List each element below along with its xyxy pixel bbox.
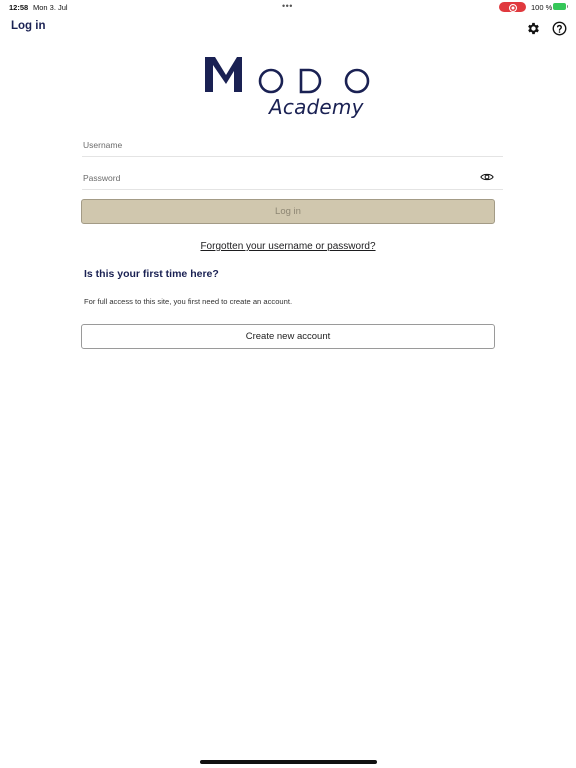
forgot-password-link[interactable]: Forgotten your username or password? [0, 241, 576, 252]
username-input[interactable] [82, 133, 503, 156]
logo-subtitle: Academy [269, 95, 364, 119]
multitasking-dots[interactable]: ••• [282, 1, 293, 11]
eye-icon[interactable] [480, 172, 494, 182]
create-account-button[interactable]: Create new account [81, 324, 495, 349]
gear-icon[interactable] [526, 21, 541, 36]
first-time-description: For full access to this site, you first … [84, 297, 293, 306]
battery-icon [553, 3, 568, 10]
home-indicator[interactable] [200, 760, 377, 764]
status-time: 12:58 [9, 3, 29, 12]
username-field-container [82, 133, 503, 157]
status-date: Mon 3. Jul [33, 3, 68, 12]
screen-recording-icon[interactable] [499, 2, 526, 12]
login-button[interactable]: Log in [81, 199, 495, 224]
status-bar: 12:58 Mon 3. Jul ••• 100 % [0, 0, 576, 14]
password-input[interactable] [82, 166, 503, 189]
password-field-container [82, 166, 503, 190]
page-title: Log in [11, 20, 46, 32]
question-circle-icon[interactable] [552, 21, 567, 36]
battery-percent: 100 % [531, 3, 553, 12]
first-time-heading: Is this your first time here? [84, 268, 219, 280]
